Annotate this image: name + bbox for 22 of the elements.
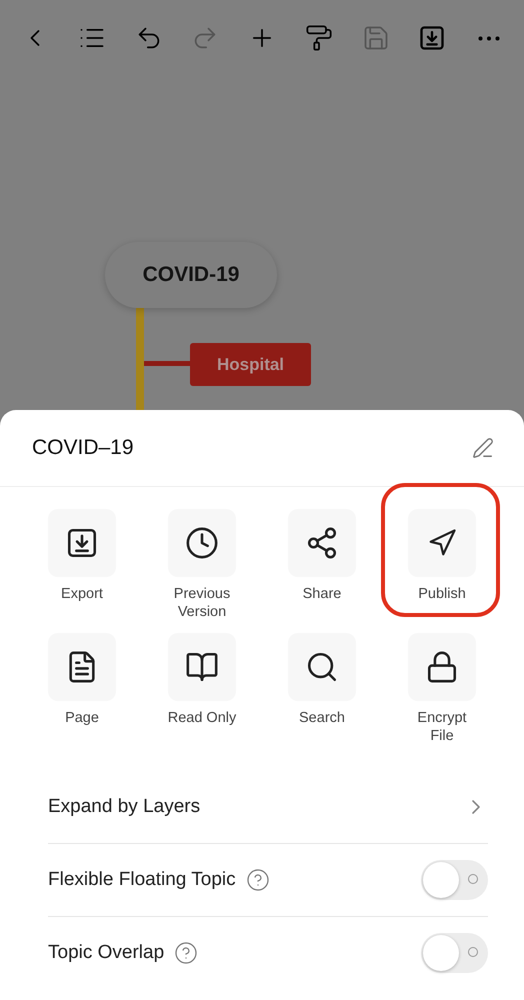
central-topic[interactable]: COVID-19	[105, 242, 277, 308]
sheet-title: COVID–19	[32, 436, 134, 460]
toggle-switch[interactable]	[421, 933, 488, 973]
toolbar-button[interactable]	[304, 23, 334, 53]
setting-label: Flexible Floating Topic	[48, 869, 236, 891]
clock-icon	[185, 526, 219, 560]
search-icon	[305, 650, 339, 684]
book-icon	[185, 650, 219, 684]
share-icon	[305, 526, 339, 560]
toggle-switch[interactable]	[421, 860, 488, 900]
save-icon	[362, 24, 390, 52]
download-icon	[418, 24, 446, 52]
download-icon	[65, 526, 99, 560]
paint-roller-icon	[304, 24, 333, 52]
help-icon[interactable]	[174, 941, 198, 965]
send-arrow-icon	[427, 528, 457, 558]
edit-button[interactable]	[472, 437, 494, 459]
lock-icon	[425, 650, 459, 684]
setting-label: Topic Overlap	[48, 942, 164, 964]
setting-label: Expand by Layers	[48, 796, 200, 818]
help-icon[interactable]	[246, 868, 270, 892]
more-icon	[478, 36, 500, 40]
